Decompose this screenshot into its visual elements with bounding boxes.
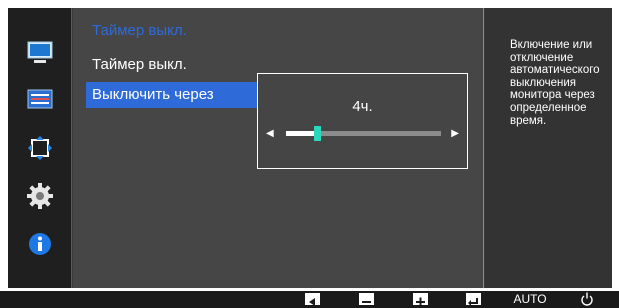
timer-slider-track[interactable] — [286, 126, 441, 141]
help-description: Включение или отключение автоматического… — [510, 39, 600, 127]
onscreen-display-icon[interactable] — [27, 87, 53, 113]
plus-button[interactable] — [413, 293, 428, 307]
position-icon[interactable] — [27, 135, 53, 161]
decrease-arrow-icon[interactable]: ◀ — [266, 128, 274, 139]
minus-button[interactable] — [359, 293, 374, 305]
left-arrow-button[interactable] — [305, 293, 320, 306]
enter-button[interactable] — [466, 293, 481, 306]
menu-item-off-timer[interactable]: Таймер выкл. — [86, 52, 258, 78]
menu-item-turn-off-after[interactable]: Выключить через — [86, 82, 258, 108]
help-panel: Включение или отключение автоматического… — [485, 8, 612, 288]
picture-icon[interactable] — [27, 39, 53, 65]
timer-slider-thumb[interactable] — [314, 126, 321, 141]
sidebar — [8, 8, 72, 288]
bottom-control-bar: AUTO — [0, 291, 619, 308]
settings-gear-icon[interactable] — [27, 183, 53, 209]
timer-slider-fill — [286, 131, 317, 136]
value-popup: 4ч. ◀ ▶ — [257, 73, 468, 169]
increase-arrow-icon[interactable]: ▶ — [451, 128, 459, 139]
power-button[interactable] — [578, 291, 596, 308]
menu-title: Таймер выкл. — [92, 22, 187, 39]
auto-button[interactable]: AUTO — [510, 291, 550, 308]
timer-value-label: 4ч. — [352, 98, 373, 115]
information-icon[interactable] — [27, 231, 53, 257]
